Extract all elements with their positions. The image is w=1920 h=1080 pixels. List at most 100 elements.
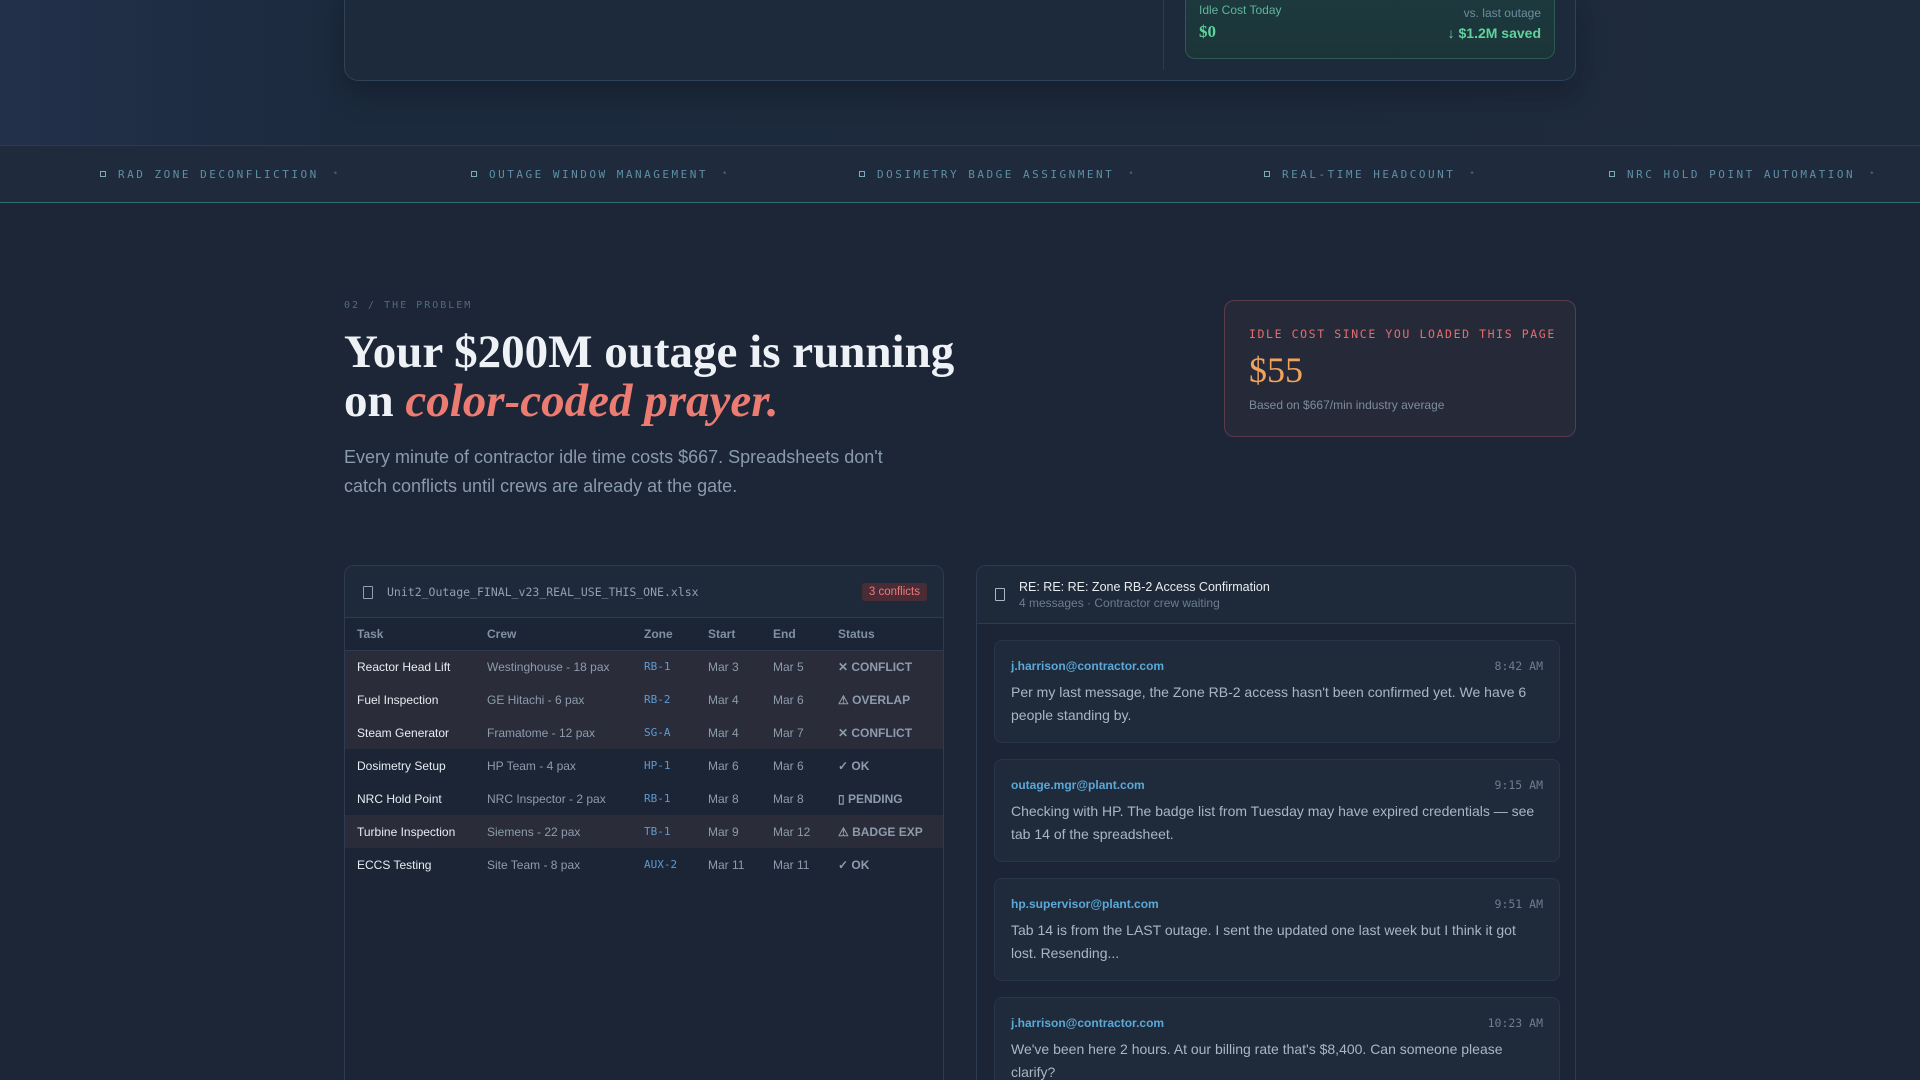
ticker-separator: •	[721, 169, 730, 179]
message-sender: j.harrison@contractor.com	[1011, 659, 1165, 673]
column-header: Crew	[475, 618, 632, 651]
table-row: ECCS Testing Site Team - 8 pax AUX-2 Mar 11…	[345, 848, 943, 881]
ticker-separator: •	[332, 169, 341, 179]
idle-cost-counter-card: IDLE COST SINCE YOU LOADED THIS PAGE $55…	[1224, 300, 1576, 437]
task-cell: Dosimetry Setup	[357, 758, 446, 773]
savings-value: ↓ $1.2M saved	[1447, 25, 1541, 41]
table-row: Reactor Head Lift Westinghouse - 18 pax RB…	[345, 650, 943, 683]
zone-cell: SG-A	[632, 716, 696, 749]
start-cell: Mar 4	[696, 716, 761, 749]
crew-cell: Site Team - 8 pax	[487, 857, 581, 872]
task-cell: NRC Hold Point	[357, 791, 442, 806]
mail-icon	[995, 588, 1005, 601]
start-cell: Mar 4	[696, 683, 761, 716]
status-cell: ✕ CONFLICT	[826, 650, 943, 683]
email-message: j.harrison@contractor.com 8:42 AM Per my…	[994, 640, 1560, 743]
idle-counter-note: Based on $667/min industry average	[1249, 398, 1445, 412]
section-headline: Your $200M outage is running on color-co…	[344, 326, 955, 427]
square-bullet-icon	[100, 171, 106, 177]
file-icon	[363, 586, 373, 599]
crew-cell: Westinghouse - 18 pax	[475, 650, 632, 683]
status-cell: ✕ CONFLICT	[826, 716, 943, 749]
vs-last-outage-label: vs. last outage	[1463, 6, 1541, 20]
column-header: Task	[345, 618, 475, 651]
square-bullet-icon	[1264, 171, 1270, 177]
task-cell: ECCS Testing	[357, 857, 432, 872]
end-cell: Mar 12	[761, 815, 826, 848]
table-row: Turbine Inspection Siemens - 22 pax TB-1 Ma…	[345, 815, 943, 848]
zone-cell: TB-1	[632, 815, 696, 848]
idle-cost-today-card: Idle Cost Today $0 vs. last outage ↓ $1.…	[1185, 0, 1555, 59]
message-time: 8:42 AM	[1494, 659, 1543, 673]
start-cell: Mar 9	[696, 815, 761, 848]
table-header-row: Task Crew Zone Start End Status	[345, 618, 943, 651]
square-bullet-icon	[859, 171, 865, 177]
ticker-item-dosimetry: DOSIMETRY BADGE ASSIGNMENT •	[859, 146, 1136, 202]
ticker-item-nrc-hold: NRC HOLD POINT AUTOMATION •	[1609, 146, 1877, 202]
status-cell: ▯ PENDING	[838, 791, 903, 806]
spreadsheet-panel: Unit2_Outage_FINAL_v23_REAL_USE_THIS_ONE…	[344, 565, 944, 1080]
task-cell: Steam Generator	[345, 716, 475, 749]
start-cell: Mar 6	[708, 758, 739, 773]
column-header: Status	[826, 618, 943, 651]
section-eyebrow: 02 / THE PROBLEM	[344, 300, 473, 311]
crew-cell: Siemens - 22 pax	[475, 815, 632, 848]
crew-cell: GE Hitachi - 6 pax	[475, 683, 632, 716]
status-cell: ✓ OK	[838, 857, 870, 872]
zone-cell: AUX-2	[644, 858, 678, 871]
crew-cell: HP Team - 4 pax	[487, 758, 576, 773]
zone-cell: RB-2	[632, 683, 696, 716]
idle-cost-today-label: Idle Cost Today	[1199, 3, 1282, 17]
message-body: Per my last message, the Zone RB-2 acces…	[1011, 684, 1527, 723]
message-body: We've been here 2 hours. At our billing …	[1011, 1041, 1503, 1080]
task-cell: Fuel Inspection	[345, 683, 475, 716]
idle-counter-value: $55	[1249, 350, 1303, 390]
hero-divider	[1163, 0, 1164, 70]
message-body: Checking with HP. The badge list from Tu…	[1011, 803, 1535, 842]
column-header: Zone	[632, 618, 696, 651]
status-cell: ⚠ BADGE EXP	[826, 815, 943, 848]
table-row: Steam Generator Framatome - 12 pax SG-A Mar…	[345, 716, 943, 749]
headline-accent: color-coded prayer.	[405, 375, 779, 427]
task-cell: Turbine Inspection	[345, 815, 475, 848]
message-sender: outage.mgr@plant.com	[1011, 778, 1145, 792]
section-subcopy: Every minute of contractor idle time cos…	[344, 447, 883, 496]
conflicts-badge: 3 conflicts	[861, 583, 927, 601]
ticker-item-outage-window: OUTAGE WINDOW MANAGEMENT •	[471, 146, 730, 202]
end-cell: Mar 8	[773, 791, 804, 806]
zone-cell: RB-1	[644, 792, 671, 805]
square-bullet-icon	[1609, 171, 1615, 177]
ticker-item-rad-zone: RAD ZONE DECONFLICTION •	[100, 146, 341, 202]
spreadsheet-filename: Unit2_Outage_FINAL_v23_REAL_USE_THIS_ONE…	[387, 585, 699, 599]
feature-ticker: RAD ZONE DECONFLICTION • OUTAGE WINDOW M…	[0, 145, 1920, 203]
email-message: outage.mgr@plant.com 9:15 AM Checking wi…	[994, 759, 1560, 862]
ticker-separator: •	[1128, 169, 1137, 179]
idle-cost-today-value: $0	[1199, 22, 1216, 41]
zone-cell: HP-1	[644, 759, 671, 772]
start-cell: Mar 8	[708, 791, 739, 806]
end-cell: Mar 6	[761, 683, 826, 716]
ticker-separator: •	[1469, 169, 1478, 179]
thread-header: RE: RE: RE: Zone RB-2 Access Confirmatio…	[977, 566, 1575, 624]
message-body: Tab 14 is from the LAST outage. I sent t…	[1011, 922, 1516, 961]
table-row: NRC Hold Point NRC Inspector - 2 pax RB-1 M…	[345, 782, 943, 815]
status-cell: ⚠ OVERLAP	[826, 683, 943, 716]
thread-meta: 4 messages · Contractor crew waiting	[1019, 596, 1220, 610]
column-header: Start	[696, 618, 761, 651]
crew-cell: NRC Inspector - 2 pax	[487, 791, 606, 806]
email-thread-panel: RE: RE: RE: Zone RB-2 Access Confirmatio…	[976, 565, 1576, 1080]
email-message: j.harrison@contractor.com 10:23 AM We've…	[994, 997, 1560, 1080]
email-message: hp.supervisor@plant.com 9:51 AM Tab 14 i…	[994, 878, 1560, 981]
message-time: 9:15 AM	[1494, 778, 1543, 792]
status-cell: ✓ OK	[838, 758, 870, 773]
ticker-separator: •	[1869, 169, 1877, 179]
start-cell: Mar 11	[708, 857, 745, 872]
task-cell: Reactor Head Lift	[345, 650, 475, 683]
column-header: End	[761, 618, 826, 651]
ticker-item-headcount: REAL-TIME HEADCOUNT •	[1264, 146, 1477, 202]
schedule-table: Task Crew Zone Start End Status Reactor …	[345, 618, 943, 881]
zone-cell: RB-1	[632, 650, 696, 683]
spreadsheet-header: Unit2_Outage_FINAL_v23_REAL_USE_THIS_ONE…	[345, 566, 943, 618]
start-cell: Mar 3	[696, 650, 761, 683]
idle-counter-label: IDLE COST SINCE YOU LOADED THIS PAGE	[1249, 327, 1556, 341]
